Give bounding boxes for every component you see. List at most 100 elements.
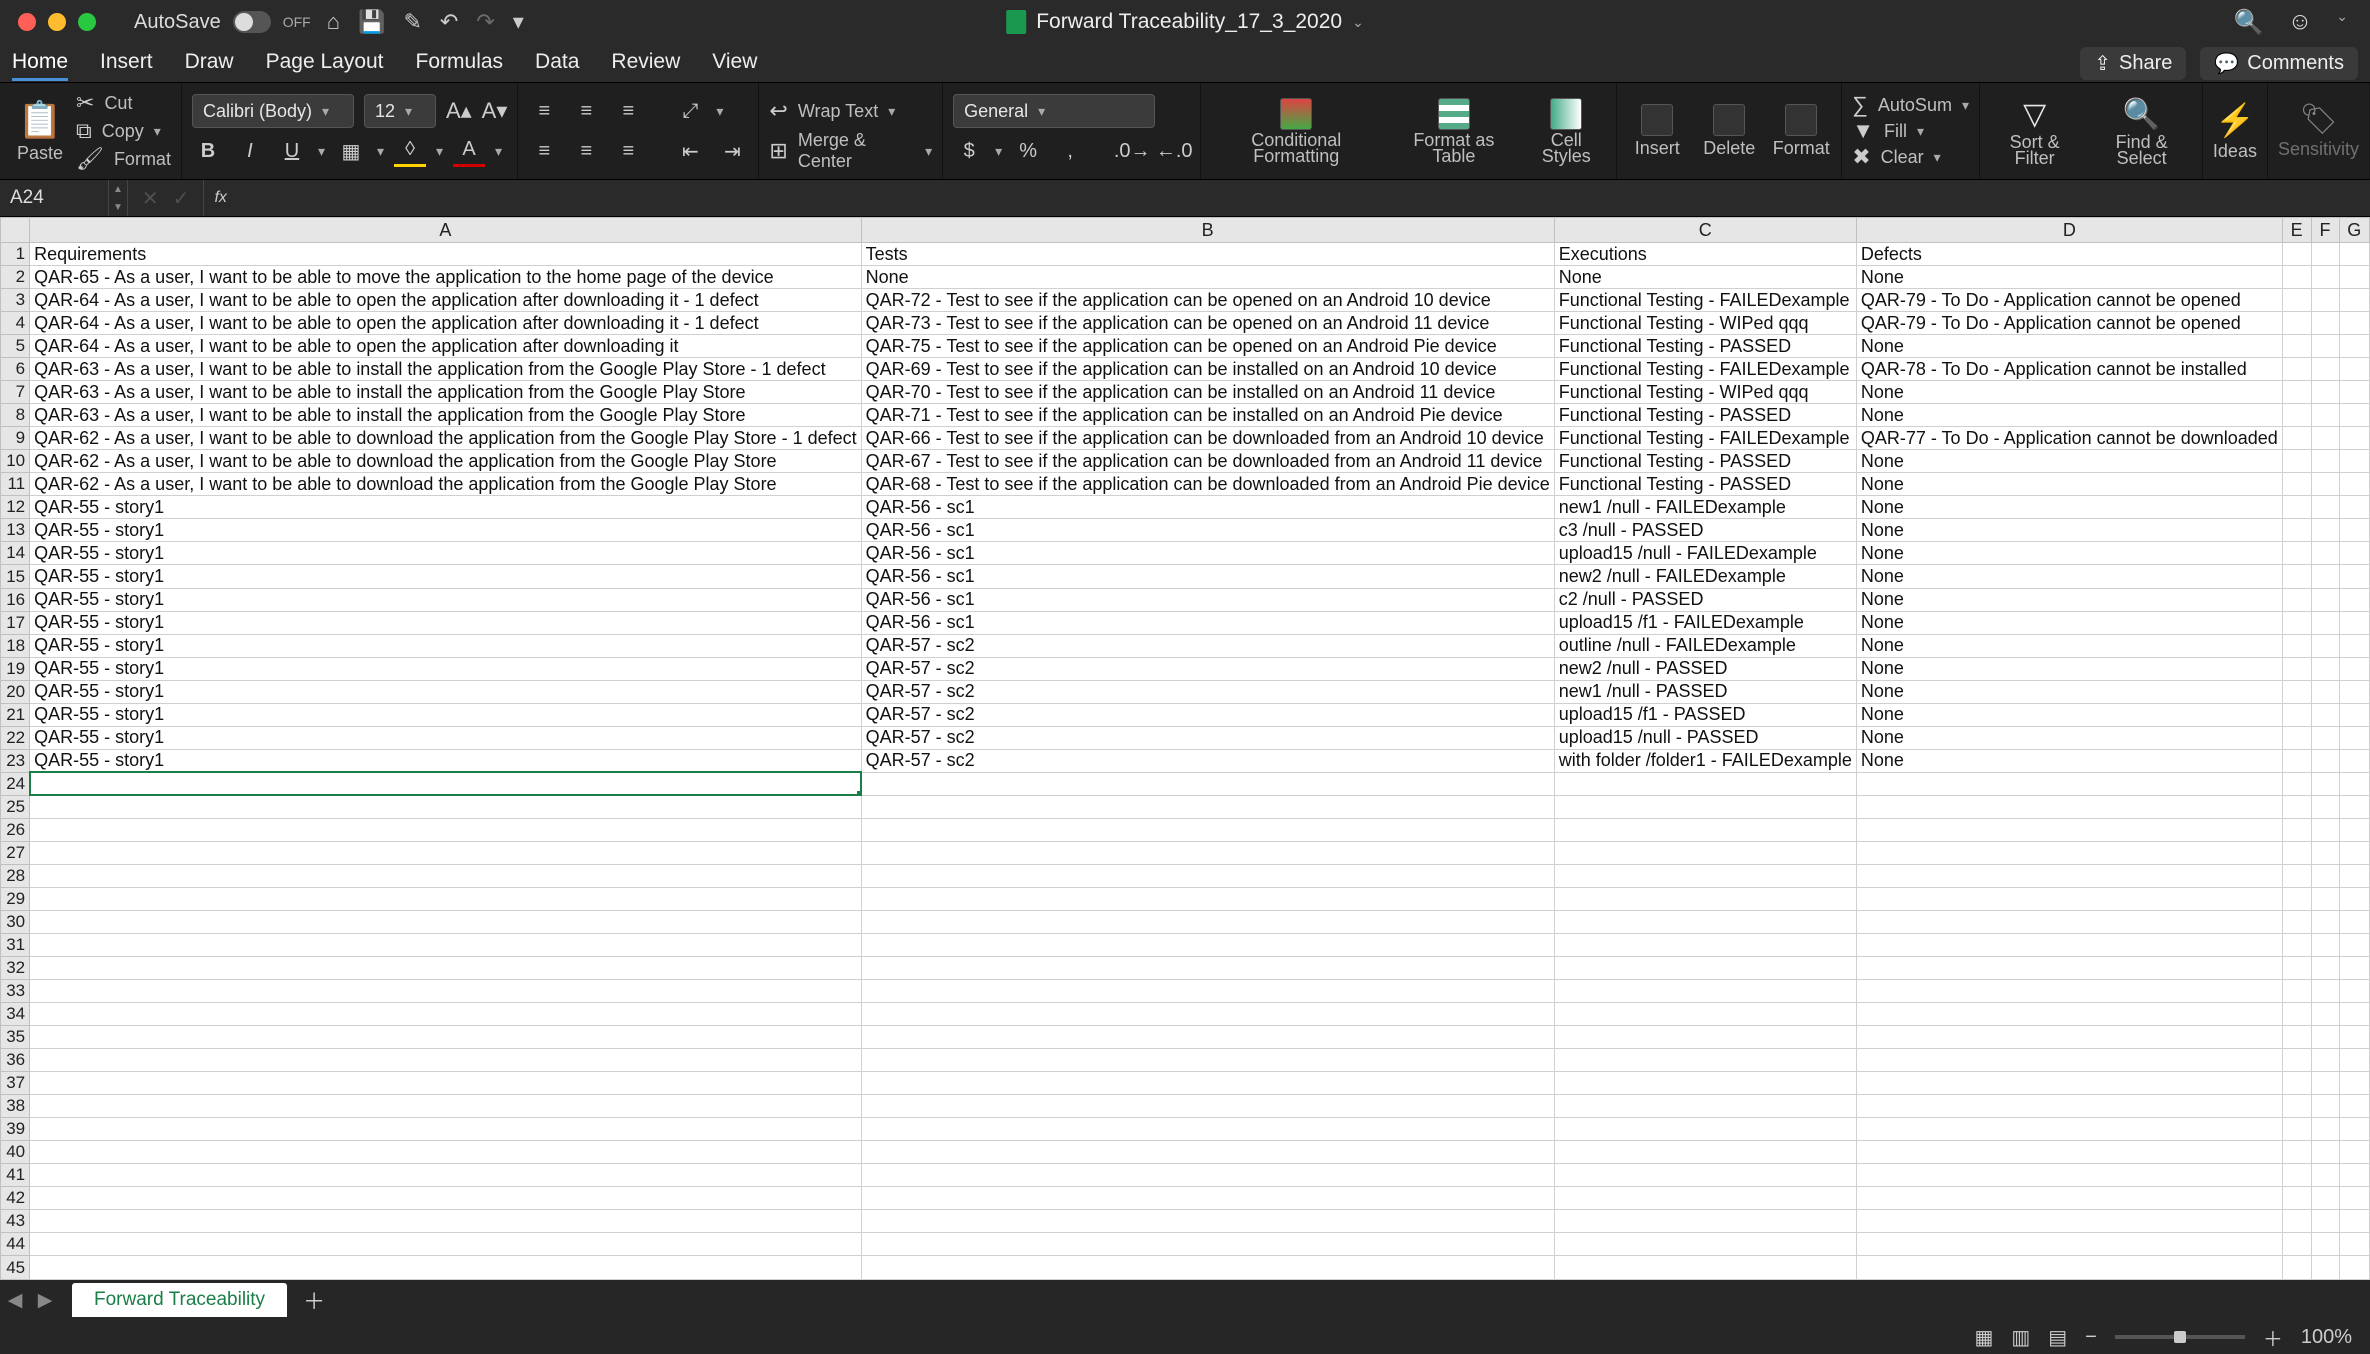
- cell-E22[interactable]: [2282, 726, 2311, 749]
- cell-G8[interactable]: [2339, 404, 2369, 427]
- cell-B30[interactable]: [861, 910, 1554, 933]
- cell-C41[interactable]: [1554, 1164, 1856, 1187]
- cell-A2[interactable]: QAR-65 - As a user, I want to be able to…: [30, 266, 861, 289]
- cell-G28[interactable]: [2339, 864, 2369, 887]
- row-header-34[interactable]: 34: [1, 1003, 30, 1026]
- cell-C13[interactable]: c3 /null - PASSED: [1554, 519, 1856, 542]
- cell-A31[interactable]: [30, 933, 861, 956]
- cell-F35[interactable]: [2311, 1026, 2339, 1049]
- cell-B20[interactable]: QAR-57 - sc2: [861, 680, 1554, 703]
- cell-E10[interactable]: [2282, 450, 2311, 473]
- format-cells-button[interactable]: Format: [1771, 104, 1831, 159]
- cell-G45[interactable]: [2339, 1256, 2369, 1280]
- row-header-45[interactable]: 45: [1, 1256, 30, 1280]
- cell-C44[interactable]: [1554, 1233, 1856, 1256]
- insert-cells-button[interactable]: Insert: [1627, 104, 1687, 159]
- cell-G44[interactable]: [2339, 1233, 2369, 1256]
- cell-G2[interactable]: [2339, 266, 2369, 289]
- chevron-down-icon[interactable]: ▾: [995, 143, 1002, 160]
- bold-button[interactable]: B: [192, 137, 224, 165]
- increase-indent-icon[interactable]: ⇥: [716, 137, 748, 165]
- cell-A16[interactable]: QAR-55 - story1: [30, 588, 861, 611]
- cell-E37[interactable]: [2282, 1072, 2311, 1095]
- format-painter-button[interactable]: 🖌Format: [76, 146, 171, 172]
- cell-C27[interactable]: [1554, 841, 1856, 864]
- cell-D16[interactable]: None: [1856, 588, 2282, 611]
- cell-B17[interactable]: QAR-56 - sc1: [861, 611, 1554, 634]
- cell-F30[interactable]: [2311, 910, 2339, 933]
- percent-icon[interactable]: %: [1012, 137, 1044, 165]
- cell-G43[interactable]: [2339, 1210, 2369, 1233]
- cell-E9[interactable]: [2282, 427, 2311, 450]
- cell-A32[interactable]: [30, 957, 861, 980]
- cell-F36[interactable]: [2311, 1049, 2339, 1072]
- cell-B42[interactable]: [861, 1187, 1554, 1210]
- cell-D23[interactable]: None: [1856, 749, 2282, 772]
- cell-D28[interactable]: [1856, 864, 2282, 887]
- cell-F18[interactable]: [2311, 634, 2339, 657]
- cell-E14[interactable]: [2282, 542, 2311, 565]
- cell-A24[interactable]: [30, 772, 861, 795]
- zoom-in-button[interactable]: ＋: [2263, 1323, 2283, 1352]
- cell-D22[interactable]: None: [1856, 726, 2282, 749]
- cell-B28[interactable]: [861, 864, 1554, 887]
- cell-A33[interactable]: [30, 980, 861, 1003]
- cell-B38[interactable]: [861, 1095, 1554, 1118]
- cell-G24[interactable]: [2339, 772, 2369, 795]
- cell-C26[interactable]: [1554, 818, 1856, 841]
- borders-button[interactable]: ▦: [335, 137, 367, 165]
- tab-view[interactable]: View: [712, 46, 757, 81]
- font-name-select[interactable]: Calibri (Body)▾: [192, 94, 354, 128]
- cell-E32[interactable]: [2282, 957, 2311, 980]
- cell-F23[interactable]: [2311, 749, 2339, 772]
- cell-D12[interactable]: None: [1856, 496, 2282, 519]
- cell-B1[interactable]: Tests: [861, 243, 1554, 266]
- row-header-28[interactable]: 28: [1, 864, 30, 887]
- cancel-formula-icon[interactable]: ✕: [142, 186, 159, 211]
- tab-insert[interactable]: Insert: [100, 46, 153, 81]
- cell-D8[interactable]: None: [1856, 404, 2282, 427]
- conditional-formatting-button[interactable]: Conditional Formatting: [1211, 98, 1381, 164]
- cell-G15[interactable]: [2339, 565, 2369, 588]
- cell-B5[interactable]: QAR-75 - Test to see if the application …: [861, 335, 1554, 358]
- cell-D35[interactable]: [1856, 1026, 2282, 1049]
- format-as-table-button[interactable]: Format as Table: [1393, 98, 1514, 164]
- cell-E20[interactable]: [2282, 680, 2311, 703]
- cell-A7[interactable]: QAR-63 - As a user, I want to be able to…: [30, 381, 861, 404]
- row-header-36[interactable]: 36: [1, 1049, 30, 1072]
- row-header-31[interactable]: 31: [1, 933, 30, 956]
- cell-G27[interactable]: [2339, 841, 2369, 864]
- cell-B37[interactable]: [861, 1072, 1554, 1095]
- cell-F3[interactable]: [2311, 289, 2339, 312]
- column-header-G[interactable]: G: [2339, 218, 2369, 243]
- cell-B44[interactable]: [861, 1233, 1554, 1256]
- cell-B34[interactable]: [861, 1003, 1554, 1026]
- cell-G4[interactable]: [2339, 312, 2369, 335]
- cell-B7[interactable]: QAR-70 - Test to see if the application …: [861, 381, 1554, 404]
- cell-G10[interactable]: [2339, 450, 2369, 473]
- cell-B10[interactable]: QAR-67 - Test to see if the application …: [861, 450, 1554, 473]
- cell-E16[interactable]: [2282, 588, 2311, 611]
- row-header-22[interactable]: 22: [1, 726, 30, 749]
- sort-filter-button[interactable]: ▽Sort & Filter: [1990, 97, 2079, 166]
- cell-C14[interactable]: upload15 /null - FAILEDexample: [1554, 542, 1856, 565]
- cell-B24[interactable]: [861, 772, 1554, 795]
- save-icon[interactable]: 💾: [358, 9, 385, 35]
- cell-C31[interactable]: [1554, 933, 1856, 956]
- cell-D32[interactable]: [1856, 957, 2282, 980]
- cell-A41[interactable]: [30, 1164, 861, 1187]
- feedback-icon[interactable]: ☺: [2288, 8, 2313, 37]
- cell-E31[interactable]: [2282, 933, 2311, 956]
- cell-A20[interactable]: QAR-55 - story1: [30, 680, 861, 703]
- cell-B2[interactable]: None: [861, 266, 1554, 289]
- cell-E17[interactable]: [2282, 611, 2311, 634]
- row-header-10[interactable]: 10: [1, 450, 30, 473]
- cell-C4[interactable]: Functional Testing - WIPed qqq: [1554, 312, 1856, 335]
- decrease-font-icon[interactable]: A▾: [482, 98, 508, 124]
- cell-C33[interactable]: [1554, 980, 1856, 1003]
- cell-A29[interactable]: [30, 887, 861, 910]
- cell-C8[interactable]: Functional Testing - PASSED: [1554, 404, 1856, 427]
- cell-D34[interactable]: [1856, 1003, 2282, 1026]
- font-size-select[interactable]: 12▾: [364, 94, 436, 128]
- cell-A27[interactable]: [30, 841, 861, 864]
